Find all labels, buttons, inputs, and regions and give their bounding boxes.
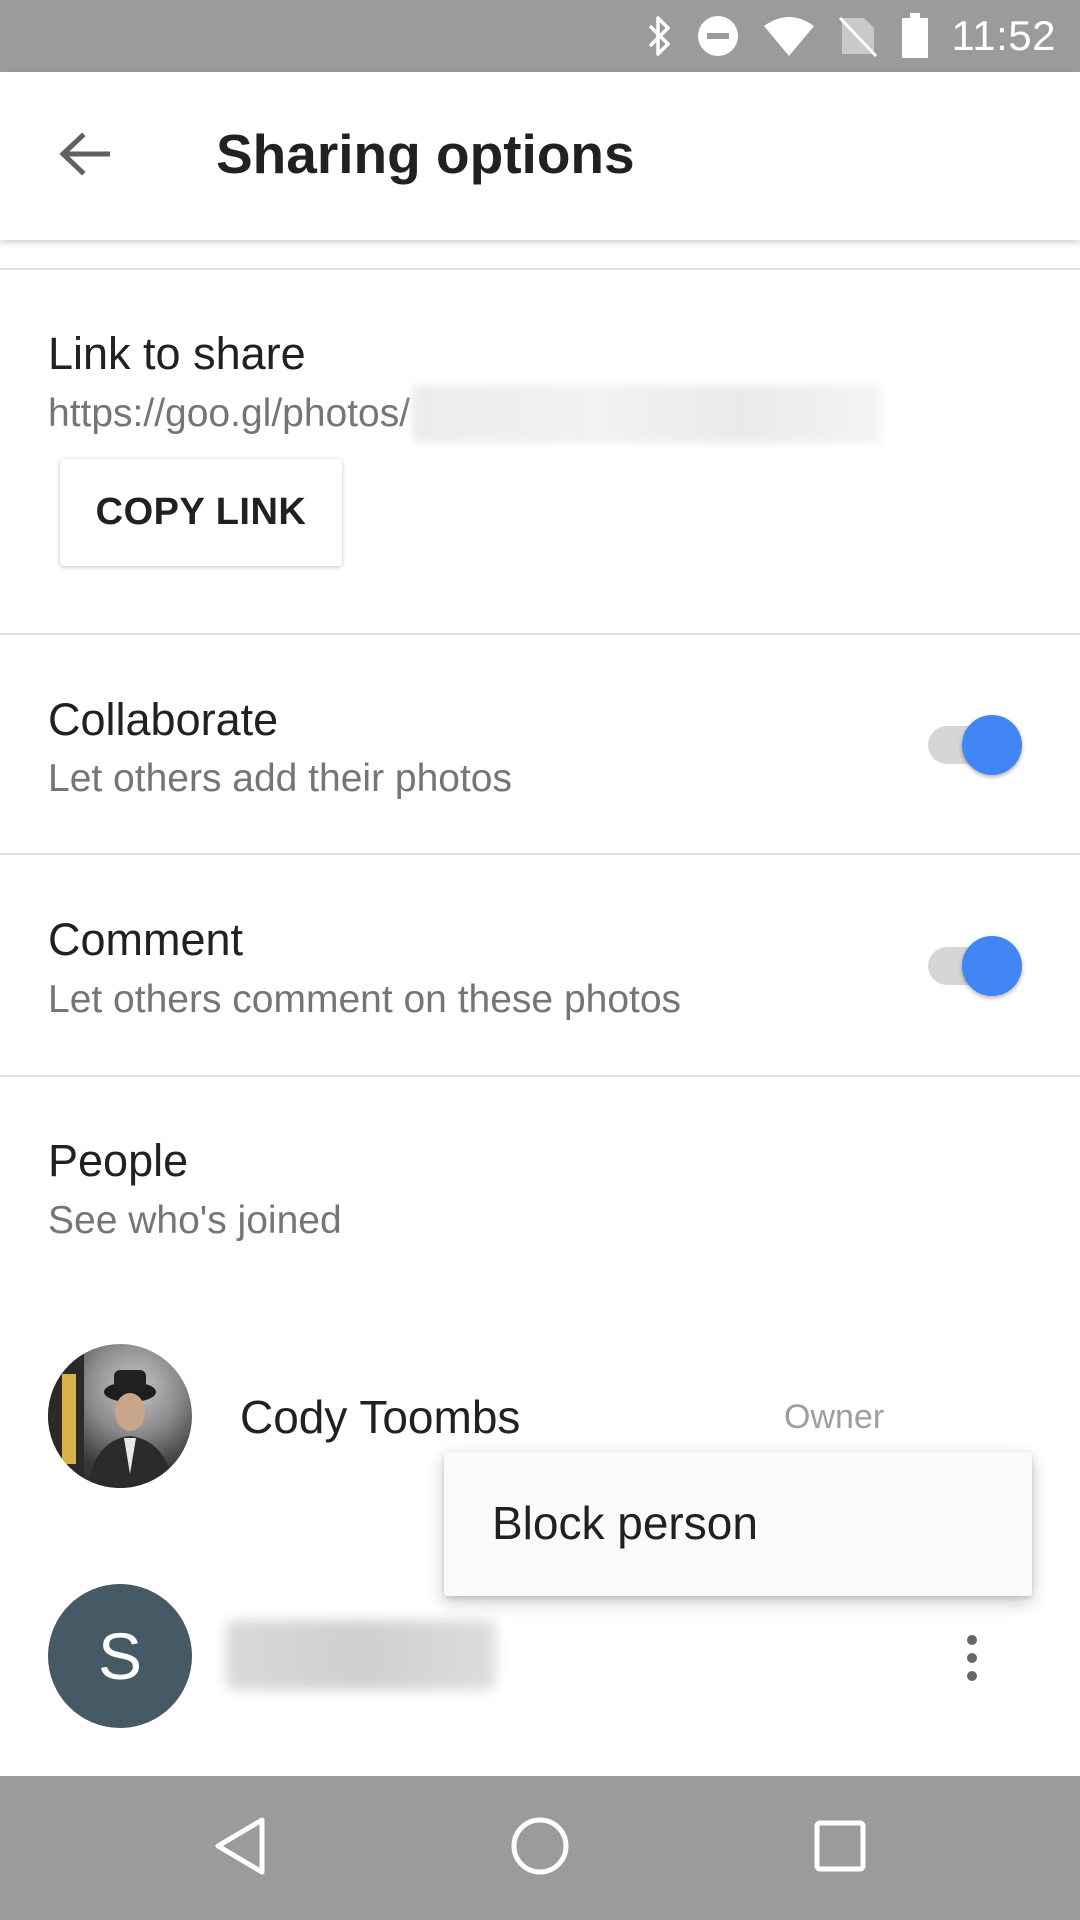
people-title: People xyxy=(48,1135,189,1186)
share-link-url: https://goo.gl/photos/ xyxy=(48,392,411,435)
avatar: S xyxy=(48,1584,192,1728)
person-role: Owner xyxy=(784,1398,885,1436)
share-link[interactable]: https://goo.gl/photos/ xyxy=(48,385,883,443)
arrow-back-icon xyxy=(58,131,111,181)
popup-menu: Block person xyxy=(444,1452,1032,1596)
app-bar: Sharing options xyxy=(0,72,1080,240)
nav-back-button[interactable] xyxy=(190,1798,290,1898)
status-icons: 11:52 xyxy=(644,0,1057,72)
more-vert-icon-dot xyxy=(967,1653,977,1663)
block-person-menu-item[interactable]: Block person xyxy=(492,1496,758,1550)
collaborate-title: Collaborate xyxy=(48,694,279,745)
divider xyxy=(0,1075,1080,1077)
page-title: Sharing options xyxy=(216,123,635,185)
person-photo xyxy=(48,1344,174,1488)
battery-icon xyxy=(900,12,930,60)
divider xyxy=(0,268,1080,270)
link-section-title: Link to share xyxy=(48,328,306,379)
status-time: 11:52 xyxy=(951,12,1056,59)
nav-home-icon xyxy=(510,1816,570,1881)
nav-home-button[interactable] xyxy=(490,1798,590,1898)
no-sim-icon xyxy=(838,14,878,58)
collaborate-subtitle: Let others add their photos xyxy=(48,757,512,800)
comment-subtitle: Let others comment on these photos xyxy=(48,978,682,1021)
more-vert-icon-dot xyxy=(967,1671,977,1681)
redacted-link-part xyxy=(412,385,883,443)
nav-back-icon xyxy=(212,1816,268,1881)
bluetooth-icon xyxy=(644,14,674,58)
avatar xyxy=(48,1344,192,1488)
nav-recents-button[interactable] xyxy=(790,1798,890,1898)
nav-recents-icon xyxy=(813,1819,867,1878)
toggle-thumb xyxy=(962,715,1022,775)
copy-link-button[interactable]: COPY LINK xyxy=(60,459,342,566)
collaborate-toggle[interactable] xyxy=(924,713,1024,777)
divider xyxy=(0,633,1080,635)
people-subtitle: See who's joined xyxy=(48,1199,342,1242)
comment-toggle[interactable] xyxy=(924,934,1024,998)
comment-title: Comment xyxy=(48,914,244,965)
navigation-bar xyxy=(0,1776,1080,1920)
toggle-thumb xyxy=(962,936,1022,996)
status-bar: 11:52 xyxy=(0,0,1080,72)
back-button[interactable] xyxy=(42,114,126,198)
more-options-button[interactable] xyxy=(948,1622,996,1694)
divider xyxy=(0,853,1080,855)
do-not-disturb-icon xyxy=(696,14,740,58)
person-name: Cody Toombs xyxy=(240,1391,521,1443)
more-vert-icon-dot xyxy=(967,1635,977,1645)
redacted-person-name xyxy=(226,1620,496,1690)
wifi-icon xyxy=(762,14,816,58)
